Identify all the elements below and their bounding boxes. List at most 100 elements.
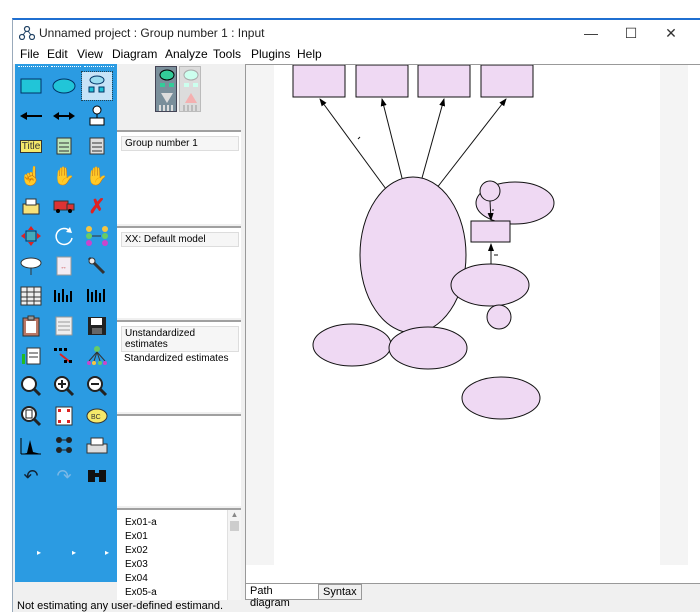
view-input-button[interactable]: [155, 66, 177, 112]
copy-to-clipboard-icon[interactable]: [16, 312, 46, 340]
regression-path[interactable]: [380, 98, 403, 179]
error-term[interactable]: [486, 304, 512, 330]
add-unique-variable-icon[interactable]: [82, 102, 112, 130]
multiple-group-icon[interactable]: [49, 432, 79, 460]
page-view-icon[interactable]: [16, 402, 46, 430]
path-diagram-view-switch: [117, 64, 241, 130]
menu-help[interactable]: Help: [297, 47, 322, 61]
regression-path[interactable]: [435, 98, 507, 190]
erase-object-icon[interactable]: ✗: [82, 192, 112, 220]
change-shape-icon[interactable]: [16, 222, 46, 250]
scroll-diagram-icon[interactable]: ↔: [49, 252, 79, 280]
preserve-symmetries-icon[interactable]: [82, 342, 112, 370]
draw-latent-indicator-icon[interactable]: [81, 71, 113, 101]
reflect-indicators-icon[interactable]: [82, 222, 112, 250]
observed-variable[interactable]: [480, 65, 534, 98]
degrees-of-freedom-icon[interactable]: [16, 432, 46, 460]
redo-icon[interactable]: ↷: [49, 462, 79, 490]
print-icon[interactable]: [82, 432, 112, 460]
draw-observed-rectangle-icon[interactable]: [16, 72, 46, 100]
observed-variable[interactable]: [292, 65, 346, 98]
expand-toolbar-icon[interactable]: ▸: [105, 548, 109, 557]
draw-unobserved-ellipse-icon[interactable]: [49, 72, 79, 100]
select-all-objects-icon[interactable]: ✋: [49, 162, 79, 190]
expand-toolbar-icon[interactable]: ▸: [37, 548, 41, 557]
list-variables-in-dataset-icon[interactable]: [82, 132, 112, 160]
fit-to-page-icon[interactable]: [49, 402, 79, 430]
file-list-item[interactable]: Ex01-a: [117, 516, 241, 530]
magnify-icon[interactable]: BC: [82, 402, 112, 430]
menu-view[interactable]: View: [77, 47, 103, 61]
analysis-properties-icon[interactable]: [49, 282, 79, 310]
file-list-item[interactable]: Ex02: [117, 544, 241, 558]
file-list-item[interactable]: Ex05-a: [117, 586, 241, 600]
file-list-item[interactable]: Ex01: [117, 530, 241, 544]
move-object-icon[interactable]: [49, 192, 79, 220]
close-button[interactable]: ✕: [651, 20, 691, 46]
specification-search-icon[interactable]: [82, 462, 112, 490]
draw-path-icon[interactable]: [16, 102, 46, 130]
draw-covariance-icon[interactable]: [49, 102, 79, 130]
touch-up-icon[interactable]: [82, 252, 112, 280]
latent-variable[interactable]: [450, 263, 530, 307]
menu-plugins[interactable]: Plugins: [251, 47, 290, 61]
svg-text:BC: BC: [91, 414, 101, 421]
undo-icon[interactable]: ↶: [16, 462, 46, 490]
standardized-estimates-item[interactable]: Standardized estimates: [117, 352, 241, 365]
observed-variable[interactable]: [417, 65, 471, 98]
save-diagram-icon[interactable]: [82, 312, 112, 340]
move-parameter-icon[interactable]: [16, 252, 46, 280]
expand-toolbar-icon[interactable]: ▸: [72, 548, 76, 557]
files-panel: Ex01-a Ex01 Ex02 Ex03 Ex04 Ex05-a ▲: [117, 508, 241, 600]
model-item[interactable]: XX: Default model: [121, 232, 239, 247]
observed-variable[interactable]: [355, 65, 409, 98]
menu-tools[interactable]: Tools: [213, 47, 241, 61]
latent-variable[interactable]: [359, 176, 467, 334]
view-text-icon[interactable]: [49, 312, 79, 340]
latent-variable[interactable]: [388, 326, 468, 370]
path-diagram-canvas[interactable]: [245, 64, 700, 584]
regression-path[interactable]: [421, 98, 446, 179]
amos-app-icon: [19, 26, 35, 40]
object-properties-icon[interactable]: [16, 342, 46, 370]
menu-file[interactable]: File: [20, 47, 39, 61]
status-bar: Not estimating any user-defined estimand…: [17, 600, 224, 612]
menu-diagram[interactable]: Diagram: [112, 47, 157, 61]
zoom-out-icon[interactable]: [82, 372, 112, 400]
latent-variable[interactable]: [312, 323, 392, 367]
maximize-button[interactable]: ☐: [611, 20, 651, 46]
latent-variable[interactable]: [461, 376, 541, 420]
figure-caption-icon[interactable]: Title: [16, 132, 46, 160]
zoom-in-icon[interactable]: [49, 372, 79, 400]
observed-variable[interactable]: [470, 220, 511, 243]
select-one-object-icon[interactable]: ☝: [16, 162, 46, 190]
deselect-all-icon[interactable]: ✋: [82, 162, 112, 190]
canvas-margin: [246, 65, 274, 565]
drag-properties-icon[interactable]: [49, 342, 79, 370]
scrollbar-thumb[interactable]: [230, 521, 239, 531]
group-item[interactable]: Group number 1: [121, 136, 239, 151]
unstandardized-estimates-item[interactable]: Unstandardized estimates: [121, 326, 239, 352]
duplicate-object-icon[interactable]: [16, 192, 46, 220]
toolbox-panel: Title ☝ ✋ ✋ ✗ ↔ BC ↶ ↷ ▸ ▸ ▸: [15, 64, 117, 582]
file-list-item[interactable]: Ex04: [117, 572, 241, 586]
data-files-icon[interactable]: [16, 282, 46, 310]
error-term[interactable]: [479, 180, 501, 202]
rotate-indicators-icon[interactable]: [49, 222, 79, 250]
menu-analyze[interactable]: Analyze: [165, 47, 208, 61]
scroll-up-icon[interactable]: ▲: [228, 510, 241, 519]
title-bar: Unnamed project : Group number 1 : Input…: [13, 20, 700, 46]
file-list-item[interactable]: Ex03: [117, 558, 241, 572]
tab-syntax[interactable]: Syntax: [318, 584, 362, 600]
desktop-strip: [0, 0, 700, 18]
zoom-in-area-icon[interactable]: [16, 372, 46, 400]
files-scrollbar[interactable]: ▲: [227, 510, 241, 600]
menu-edit[interactable]: Edit: [47, 47, 68, 61]
calculate-estimates-icon[interactable]: [82, 282, 112, 310]
regression-path[interactable]: [319, 98, 387, 190]
view-output-button[interactable]: [179, 66, 201, 112]
minimize-button[interactable]: —: [571, 20, 611, 46]
tab-path-diagram[interactable]: Path diagram: [245, 584, 319, 609]
diagram-drawing[interactable]: [274, 65, 660, 565]
list-variables-in-model-icon[interactable]: [49, 132, 79, 160]
